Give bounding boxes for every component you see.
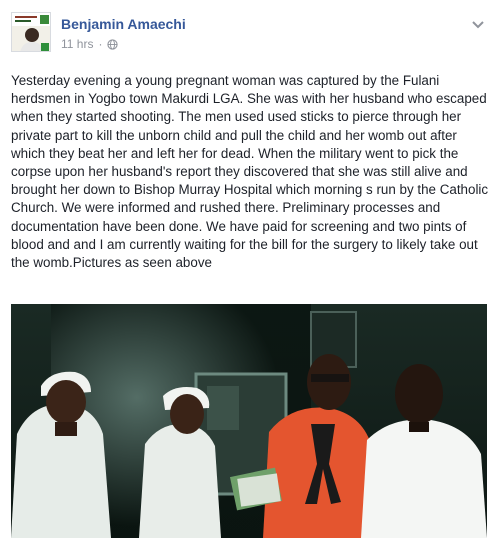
meta-separator: · bbox=[98, 37, 103, 51]
post-body-text: Yesterday evening a young pregnant woman… bbox=[11, 73, 492, 271]
author-avatar[interactable] bbox=[11, 12, 51, 52]
post-timestamp[interactable]: 11 hrs bbox=[61, 37, 93, 51]
chevron-down-icon[interactable] bbox=[471, 20, 485, 30]
post-photo[interactable] bbox=[11, 304, 487, 538]
post-body: .Yesterday evening a young pregnant woma… bbox=[11, 73, 489, 272]
hospital-photo-image bbox=[11, 304, 487, 538]
avatar-image bbox=[12, 13, 50, 51]
post-meta: 11 hrs · bbox=[61, 37, 119, 51]
globe-icon[interactable] bbox=[107, 38, 119, 50]
post-header: Benjamin Amaechi 11 hrs · bbox=[11, 10, 487, 54]
author-name[interactable]: Benjamin Amaechi bbox=[61, 16, 186, 32]
